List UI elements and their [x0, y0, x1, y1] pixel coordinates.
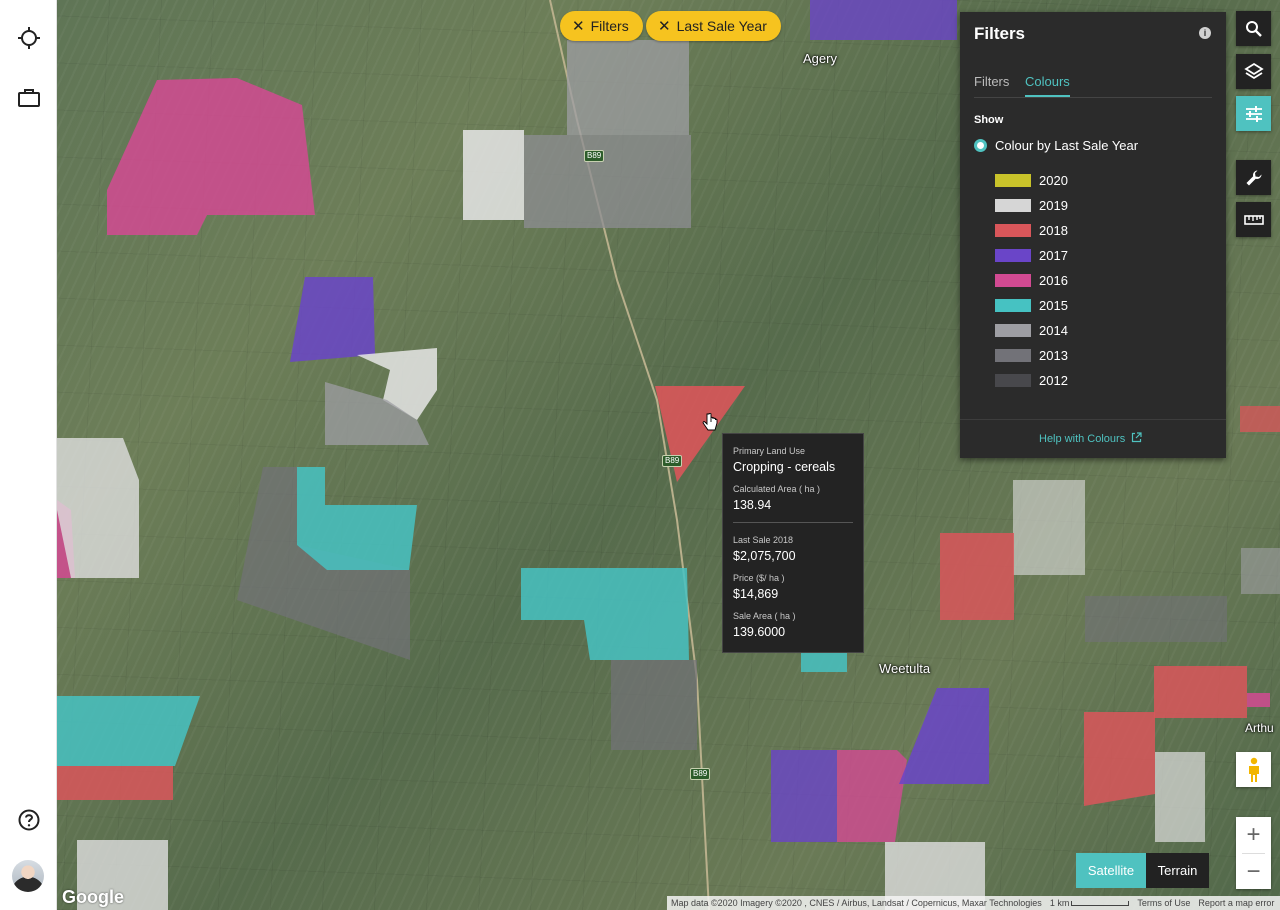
map-data-text: Map data ©2020 Imagery ©2020 , CNES / Ai… [671, 898, 1042, 908]
legend-swatch [995, 274, 1031, 287]
zoom-out-button[interactable]: − [1236, 854, 1271, 890]
map-type-toggle: Satellite Terrain [1076, 853, 1209, 888]
layers-icon[interactable] [1236, 54, 1271, 89]
panel-footer-divider [960, 419, 1226, 420]
left-rail [0, 0, 57, 910]
legend-label: 2017 [1039, 248, 1068, 263]
legend-item: 2017 [995, 243, 1068, 268]
town-label: Weetulta [879, 661, 931, 676]
tooltip-key: Price ($/ ha ) [733, 573, 785, 583]
legend-swatch [995, 349, 1031, 362]
legend-item: 2018 [995, 218, 1068, 243]
panel-title: Filters [974, 24, 1026, 43]
avatar[interactable] [12, 860, 44, 892]
legend-item: 2014 [995, 318, 1068, 343]
last-sale-year-chip[interactable]: ✕ Last Sale Year [646, 11, 781, 41]
tooltip-value: $2,075,700 [733, 549, 796, 563]
tooltip-value: 139.6000 [733, 625, 786, 639]
radio-label: Colour by Last Sale Year [995, 138, 1139, 153]
parcel-tooltip: Primary Land Use Cropping - cereals Calc… [722, 433, 864, 653]
legend-swatch [995, 174, 1031, 187]
town-label: Arthu [1245, 721, 1274, 735]
search-icon[interactable] [1236, 11, 1271, 46]
tooltip-key: Calculated Area ( ha ) [733, 484, 821, 494]
legend-swatch [995, 299, 1031, 312]
legend-swatch [995, 224, 1031, 237]
tooltip-key: Primary Land Use [733, 446, 806, 456]
road-shield: B89 [690, 768, 711, 780]
road-shield: B89 [584, 150, 605, 162]
sliders-icon[interactable] [1236, 96, 1271, 131]
briefcase-icon[interactable] [12, 81, 45, 114]
help-circle-icon[interactable] [12, 803, 45, 836]
satellite-button[interactable]: Satellite [1076, 853, 1146, 888]
wrench-icon[interactable] [1236, 160, 1271, 195]
tab-colours[interactable]: Colours [1025, 74, 1070, 97]
help-colours-link[interactable]: Help with Colours [1039, 432, 1142, 445]
town-label: Agery [803, 51, 837, 66]
legend-label: 2016 [1039, 273, 1068, 288]
crosshair-icon[interactable] [12, 21, 45, 54]
tooltip-value: Cropping - cereals [733, 460, 836, 474]
tab-filters[interactable]: Filters [974, 74, 1009, 95]
terrain-button[interactable]: Terrain [1146, 853, 1209, 888]
tooltip-divider [733, 522, 853, 523]
legend-label: 2020 [1039, 173, 1068, 188]
scale-bar [1071, 901, 1130, 907]
chip-label: Filters [590, 18, 629, 34]
legend-item: 2013 [995, 343, 1068, 368]
legend-label: 2018 [1039, 223, 1068, 238]
tooltip-key: Sale Area ( ha ) [733, 611, 796, 621]
tooltip-key: Last Sale 2018 [733, 535, 794, 545]
external-link-icon [1132, 432, 1142, 443]
legend-label: 2014 [1039, 323, 1068, 338]
zoom-in-button[interactable]: + [1236, 817, 1271, 853]
legend-swatch [995, 374, 1031, 387]
ruler-icon[interactable] [1236, 202, 1271, 237]
terms-link[interactable]: Terms of Use [1133, 898, 1194, 908]
zoom-controls: + − [1236, 817, 1271, 889]
tooltip-value: 138.94 [733, 498, 772, 512]
panel-tabs: Filters Colours [974, 74, 1212, 98]
google-logo: Google [62, 887, 124, 907]
map-attribution: Map data ©2020 Imagery ©2020 , CNES / Ai… [667, 896, 1280, 910]
info-icon[interactable]: i [1199, 27, 1211, 39]
legend-item: 2016 [995, 268, 1068, 293]
filters-panel: Filters i Filters Colours Show Colour by… [960, 12, 1226, 458]
close-icon[interactable]: ✕ [658, 19, 671, 34]
chip-label: Last Sale Year [676, 18, 767, 34]
show-label: Show [974, 114, 1004, 126]
colour-by-radio[interactable]: Colour by Last Sale Year [974, 138, 1138, 153]
help-link-label: Help with Colours [1039, 433, 1126, 445]
legend-item: 2019 [995, 193, 1068, 218]
legend-swatch [995, 249, 1031, 262]
legend-item: 2020 [995, 168, 1068, 193]
close-icon[interactable]: ✕ [572, 19, 585, 34]
scale-label[interactable]: 1 km [1046, 898, 1134, 908]
tooltip-value: $14,869 [733, 587, 779, 601]
legend-label: 2013 [1039, 348, 1068, 363]
legend-label: 2015 [1039, 298, 1068, 313]
legend-label: 2012 [1039, 373, 1068, 388]
legend-swatch [995, 199, 1031, 212]
street-view-pegman-icon[interactable] [1236, 752, 1271, 787]
colour-legend: 2020 2019 2018 2017 2016 2015 2014 2013 2012 [995, 168, 1068, 393]
legend-item: 2012 [995, 368, 1068, 393]
legend-swatch [995, 324, 1031, 337]
hand-cursor-icon [702, 413, 718, 431]
scale-text: 1 km [1049, 898, 1070, 908]
legend-label: 2019 [1039, 198, 1068, 213]
radio-selected-icon[interactable] [974, 139, 987, 152]
legend-item: 2015 [995, 293, 1068, 318]
road-shield: B89 [662, 455, 683, 467]
report-error-link[interactable]: Report a map error [1194, 898, 1278, 908]
filters-chip[interactable]: ✕ Filters [560, 11, 643, 41]
